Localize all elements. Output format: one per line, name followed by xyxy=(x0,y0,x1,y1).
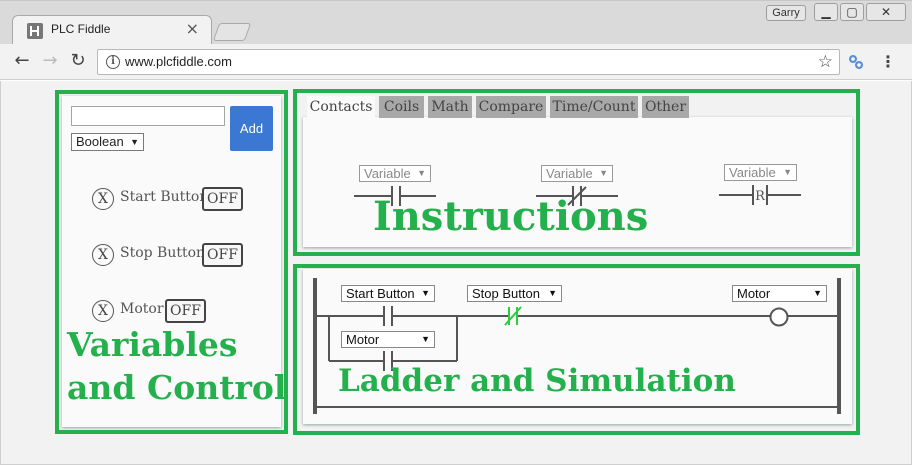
variable-name: Stop Button xyxy=(120,245,206,261)
maximize-button[interactable]: ▢ xyxy=(840,3,864,21)
add-variable-button[interactable]: Add xyxy=(230,106,273,151)
tab-close-icon[interactable]: × xyxy=(186,19,199,39)
tab-math[interactable]: Math xyxy=(428,96,472,118)
contact-no-variable-select[interactable]: Variable ▼ xyxy=(359,165,431,182)
chevron-down-icon: ▼ xyxy=(417,168,426,178)
select-value: Motor xyxy=(346,332,380,347)
site-info-icon[interactable]: i xyxy=(106,55,120,69)
back-arrow-icon[interactable]: ← xyxy=(12,51,32,71)
chevron-down-icon: ▼ xyxy=(421,288,430,298)
tab-compare[interactable]: Compare xyxy=(476,96,546,118)
variable-name: Motor xyxy=(120,301,164,317)
select-placeholder: Variable xyxy=(729,165,776,180)
chevron-down-icon: ▼ xyxy=(548,288,557,298)
contact-rising-variable-select[interactable]: Variable ▼ xyxy=(724,164,797,181)
select-placeholder: Variable xyxy=(364,166,411,181)
rung-start-button-select[interactable]: Start Button ▼ xyxy=(341,285,435,302)
tab-other[interactable]: Other xyxy=(642,96,689,118)
instructions-overlay-label: Instructions xyxy=(373,193,649,240)
variable-type-select[interactable]: Boolean ▼ xyxy=(71,133,144,151)
rung-coil-select[interactable]: Motor ▼ xyxy=(732,285,827,302)
variable-toggle-button[interactable]: OFF xyxy=(202,243,243,267)
select-placeholder: Variable xyxy=(546,166,593,181)
variable-toggle-button[interactable]: OFF xyxy=(165,299,206,323)
minimize-button[interactable]: ▁ xyxy=(814,3,838,21)
new-tab-button[interactable] xyxy=(212,23,252,41)
chevron-down-icon: ▼ xyxy=(421,334,430,344)
plc-fiddle-favicon-icon xyxy=(27,23,43,39)
variable-toggle-button[interactable]: OFF xyxy=(202,187,243,211)
reload-icon[interactable]: ↻ xyxy=(68,51,88,71)
select-value: Stop Button xyxy=(472,286,540,301)
bookmark-star-icon[interactable]: ☆ xyxy=(818,52,833,72)
profile-button[interactable]: Garry xyxy=(766,5,806,21)
close-window-button[interactable]: ✕ xyxy=(866,3,906,21)
extension-icon[interactable] xyxy=(848,54,864,70)
variables-overlay-label-line2: and Control xyxy=(67,368,287,407)
chevron-down-icon: ▼ xyxy=(813,288,822,298)
browser-toolbar: ← → ↻ i www.plcfiddle.com ☆ ⋮ xyxy=(0,44,912,80)
address-bar[interactable]: i www.plcfiddle.com ☆ xyxy=(97,49,840,75)
select-value: Start Button xyxy=(346,286,415,301)
rung-motor-contact-select[interactable]: Motor ▼ xyxy=(341,331,435,348)
forward-arrow-icon[interactable]: → xyxy=(40,51,60,71)
chevron-down-icon: ▼ xyxy=(599,168,608,178)
ladder-overlay-label: Ladder and Simulation xyxy=(338,363,736,399)
browser-titlebar: PLC Fiddle × Garry ▁ ▢ ✕ xyxy=(0,0,912,45)
variable-name-input[interactable] xyxy=(71,106,225,126)
delete-variable-icon[interactable]: X xyxy=(92,300,114,322)
tab-title: PLC Fiddle xyxy=(51,22,111,36)
variables-overlay-label-line1: Variables xyxy=(67,325,238,364)
chevron-down-icon: ▼ xyxy=(783,167,792,177)
tab-coils[interactable]: Coils xyxy=(379,96,424,118)
chevron-down-icon: ▼ xyxy=(130,137,139,147)
variable-row-motor: X Motor OFF xyxy=(92,299,242,323)
contact-nc-variable-select[interactable]: Variable ▼ xyxy=(541,165,613,182)
url-text[interactable]: www.plcfiddle.com xyxy=(125,54,232,69)
variable-row-stop-button: X Stop Button OFF xyxy=(92,243,243,267)
variable-type-value: Boolean xyxy=(76,134,124,149)
delete-variable-icon[interactable]: X xyxy=(92,188,114,210)
rung-stop-button-select[interactable]: Stop Button ▼ xyxy=(467,285,562,302)
tab-time-count[interactable]: Time/Count xyxy=(550,96,638,118)
tab-contacts[interactable]: Contacts xyxy=(307,96,375,118)
browser-tab[interactable]: PLC Fiddle × xyxy=(12,15,212,45)
variable-row-start-button: X Start Button OFF xyxy=(92,187,243,211)
variable-name: Start Button xyxy=(120,189,209,205)
select-value: Motor xyxy=(737,286,771,301)
delete-variable-icon[interactable]: X xyxy=(92,244,114,266)
browser-menu-icon[interactable]: ⋮ xyxy=(880,52,896,71)
